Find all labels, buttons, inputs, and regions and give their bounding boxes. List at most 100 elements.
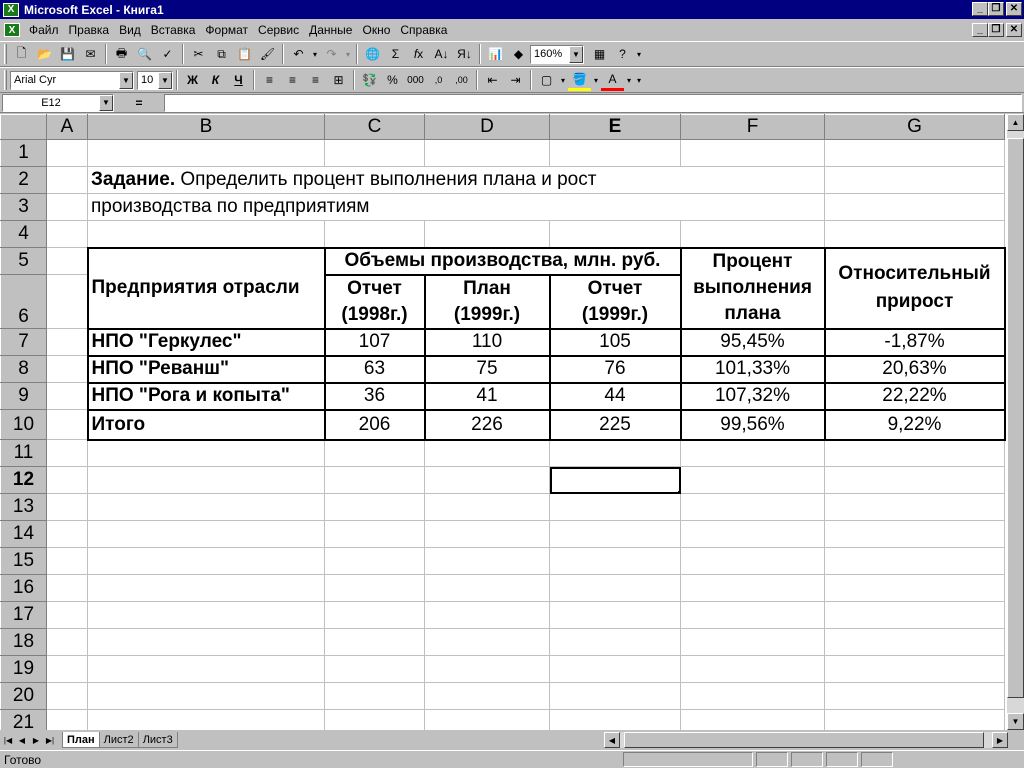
menu-edit[interactable]: Правка (64, 23, 115, 37)
cut-icon[interactable]: ✂ (187, 43, 210, 65)
copy-icon[interactable]: ⧉ (210, 43, 233, 65)
minimize-button[interactable]: _ (972, 2, 988, 16)
name-box[interactable]: E12 ▼ (2, 93, 114, 112)
row-header-2[interactable]: 2 (0, 166, 47, 194)
cell-g[interactable]: 20,63% (823, 354, 1006, 384)
total-c[interactable]: 206 (323, 408, 426, 441)
menu-help[interactable]: Справка (395, 23, 452, 37)
align-left-icon[interactable]: ≡ (258, 69, 281, 91)
menu-tools[interactable]: Сервис (253, 23, 304, 37)
row-header-8[interactable]: 8 (0, 355, 47, 383)
excel-app-icon[interactable]: X (3, 2, 19, 17)
column-header-d[interactable]: D (424, 114, 550, 140)
vertical-scroll-thumb[interactable] (1007, 138, 1024, 698)
underline-button[interactable]: Ч (227, 69, 250, 91)
cell-f[interactable]: 101,33% (679, 354, 826, 384)
italic-button[interactable]: К (204, 69, 227, 91)
sort-descending-icon[interactable]: Я↓ (453, 43, 476, 65)
menu-window[interactable]: Окно (357, 23, 395, 37)
horizontal-scrollbar[interactable]: ◀ ▶ (604, 732, 1008, 748)
menu-file[interactable]: Файл (24, 23, 64, 37)
office-assistant-icon[interactable]: ▦ (588, 43, 611, 65)
column-header-a[interactable]: A (46, 114, 88, 140)
menu-insert[interactable]: Вставка (146, 23, 201, 37)
align-center-icon[interactable]: ≡ (281, 69, 304, 91)
task-cell-line2[interactable]: производства по предприятиям (87, 193, 825, 221)
row-header-14[interactable]: 14 (0, 520, 47, 548)
select-all-corner[interactable] (0, 114, 47, 140)
prev-sheet-icon[interactable]: ◀ (16, 733, 28, 747)
toolbar-grip[interactable] (4, 44, 7, 64)
vertical-scrollbar[interactable]: ▲ ▼ (1007, 114, 1024, 730)
header-percent[interactable]: Процент выполнения плана (679, 246, 826, 330)
row-header-16[interactable]: 16 (0, 574, 47, 602)
total-d[interactable]: 226 (423, 408, 551, 441)
column-header-e[interactable]: E (549, 114, 681, 140)
menu-data[interactable]: Данные (304, 23, 357, 37)
sheet-tab-list2[interactable]: Лист2 (98, 732, 139, 748)
thousands-icon[interactable]: 000 (404, 69, 427, 91)
header-d[interactable]: План (1999г.) (423, 273, 551, 330)
font-size-combo[interactable]: 10 ▼ (137, 70, 173, 90)
merge-center-icon[interactable]: ⊞ (327, 69, 350, 91)
scroll-down-icon[interactable]: ▼ (1007, 713, 1024, 730)
header-volumes[interactable]: Объемы производства, млн. руб. (323, 246, 682, 276)
row-header-19[interactable]: 19 (0, 655, 47, 683)
function-icon[interactable]: fx (407, 43, 430, 65)
sheet-tab-plan[interactable]: План (62, 732, 100, 748)
font-size-dropdown-icon[interactable]: ▼ (158, 71, 172, 89)
font-color-dropdown-icon[interactable]: ▾ (624, 69, 634, 91)
row-header-15[interactable]: 15 (0, 547, 47, 575)
increase-decimal-icon[interactable]: ,0 (427, 69, 450, 91)
total-e[interactable]: 225 (548, 408, 682, 441)
drawing-icon[interactable]: ◆ (507, 43, 530, 65)
workbook-icon[interactable]: X (4, 23, 20, 37)
toolbar-options-icon-2[interactable]: ▾ (634, 69, 644, 91)
open-icon[interactable]: 📂 (33, 43, 56, 65)
zoom-combo[interactable]: 160% ▼ (530, 44, 584, 64)
menu-view[interactable]: Вид (114, 23, 146, 37)
borders-dropdown-icon[interactable]: ▾ (558, 69, 568, 91)
scroll-left-icon[interactable]: ◀ (604, 732, 620, 748)
paste-icon[interactable]: 📋 (233, 43, 256, 65)
row-header-4[interactable]: 4 (0, 220, 47, 248)
format-painter-icon[interactable]: 🖌 (256, 43, 279, 65)
row-header-11[interactable]: 11 (0, 439, 47, 467)
header-e[interactable]: Отчет (1999г.) (548, 273, 682, 330)
help-icon[interactable]: ? (611, 43, 634, 65)
row-header-20[interactable]: 20 (0, 682, 47, 710)
row-header-12[interactable]: 12 (0, 466, 47, 494)
bold-button[interactable]: Ж (181, 69, 204, 91)
first-sheet-icon[interactable]: |◀ (2, 733, 14, 747)
row-header-7[interactable]: 7 (0, 328, 47, 356)
total-f[interactable]: 99,56% (679, 408, 826, 441)
task-cell-line1[interactable]: Задание. Определить процент выполнения п… (87, 166, 825, 194)
row-header-18[interactable]: 18 (0, 628, 47, 656)
close-button[interactable]: ✕ (1006, 2, 1022, 16)
total-g[interactable]: 9,22% (823, 408, 1006, 441)
borders-icon[interactable]: ▢ (535, 69, 558, 91)
font-dropdown-icon[interactable]: ▼ (119, 71, 133, 89)
doc-close-button[interactable]: ✕ (1006, 23, 1022, 37)
font-color-icon[interactable]: A (601, 69, 624, 91)
increase-indent-icon[interactable]: ⇥ (504, 69, 527, 91)
column-header-f[interactable]: F (680, 114, 825, 140)
header-growth[interactable]: Относительный прирост (823, 246, 1006, 330)
cell-c[interactable]: 36 (323, 381, 426, 411)
fill-color-icon[interactable]: 🪣 (568, 69, 591, 91)
undo-icon[interactable]: ↶ (287, 43, 310, 65)
scroll-right-icon[interactable]: ▶ (992, 732, 1008, 748)
row-header-17[interactable]: 17 (0, 601, 47, 629)
print-preview-icon[interactable]: 🔍 (133, 43, 156, 65)
fill-color-dropdown-icon[interactable]: ▾ (591, 69, 601, 91)
header-enterprise[interactable]: Предприятия отрасли (86, 246, 326, 330)
cell-c[interactable]: 63 (323, 354, 426, 384)
row-header-21[interactable]: 21 (0, 709, 47, 730)
cell-d[interactable]: 41 (423, 381, 551, 411)
cell-f[interactable]: 107,32% (679, 381, 826, 411)
chart-wizard-icon[interactable]: 📊 (484, 43, 507, 65)
align-right-icon[interactable]: ≡ (304, 69, 327, 91)
print-icon[interactable]: 🖶 (110, 43, 133, 65)
column-header-g[interactable]: G (824, 114, 1005, 140)
enterprise-name[interactable]: НПО "Геркулес" (86, 327, 326, 357)
